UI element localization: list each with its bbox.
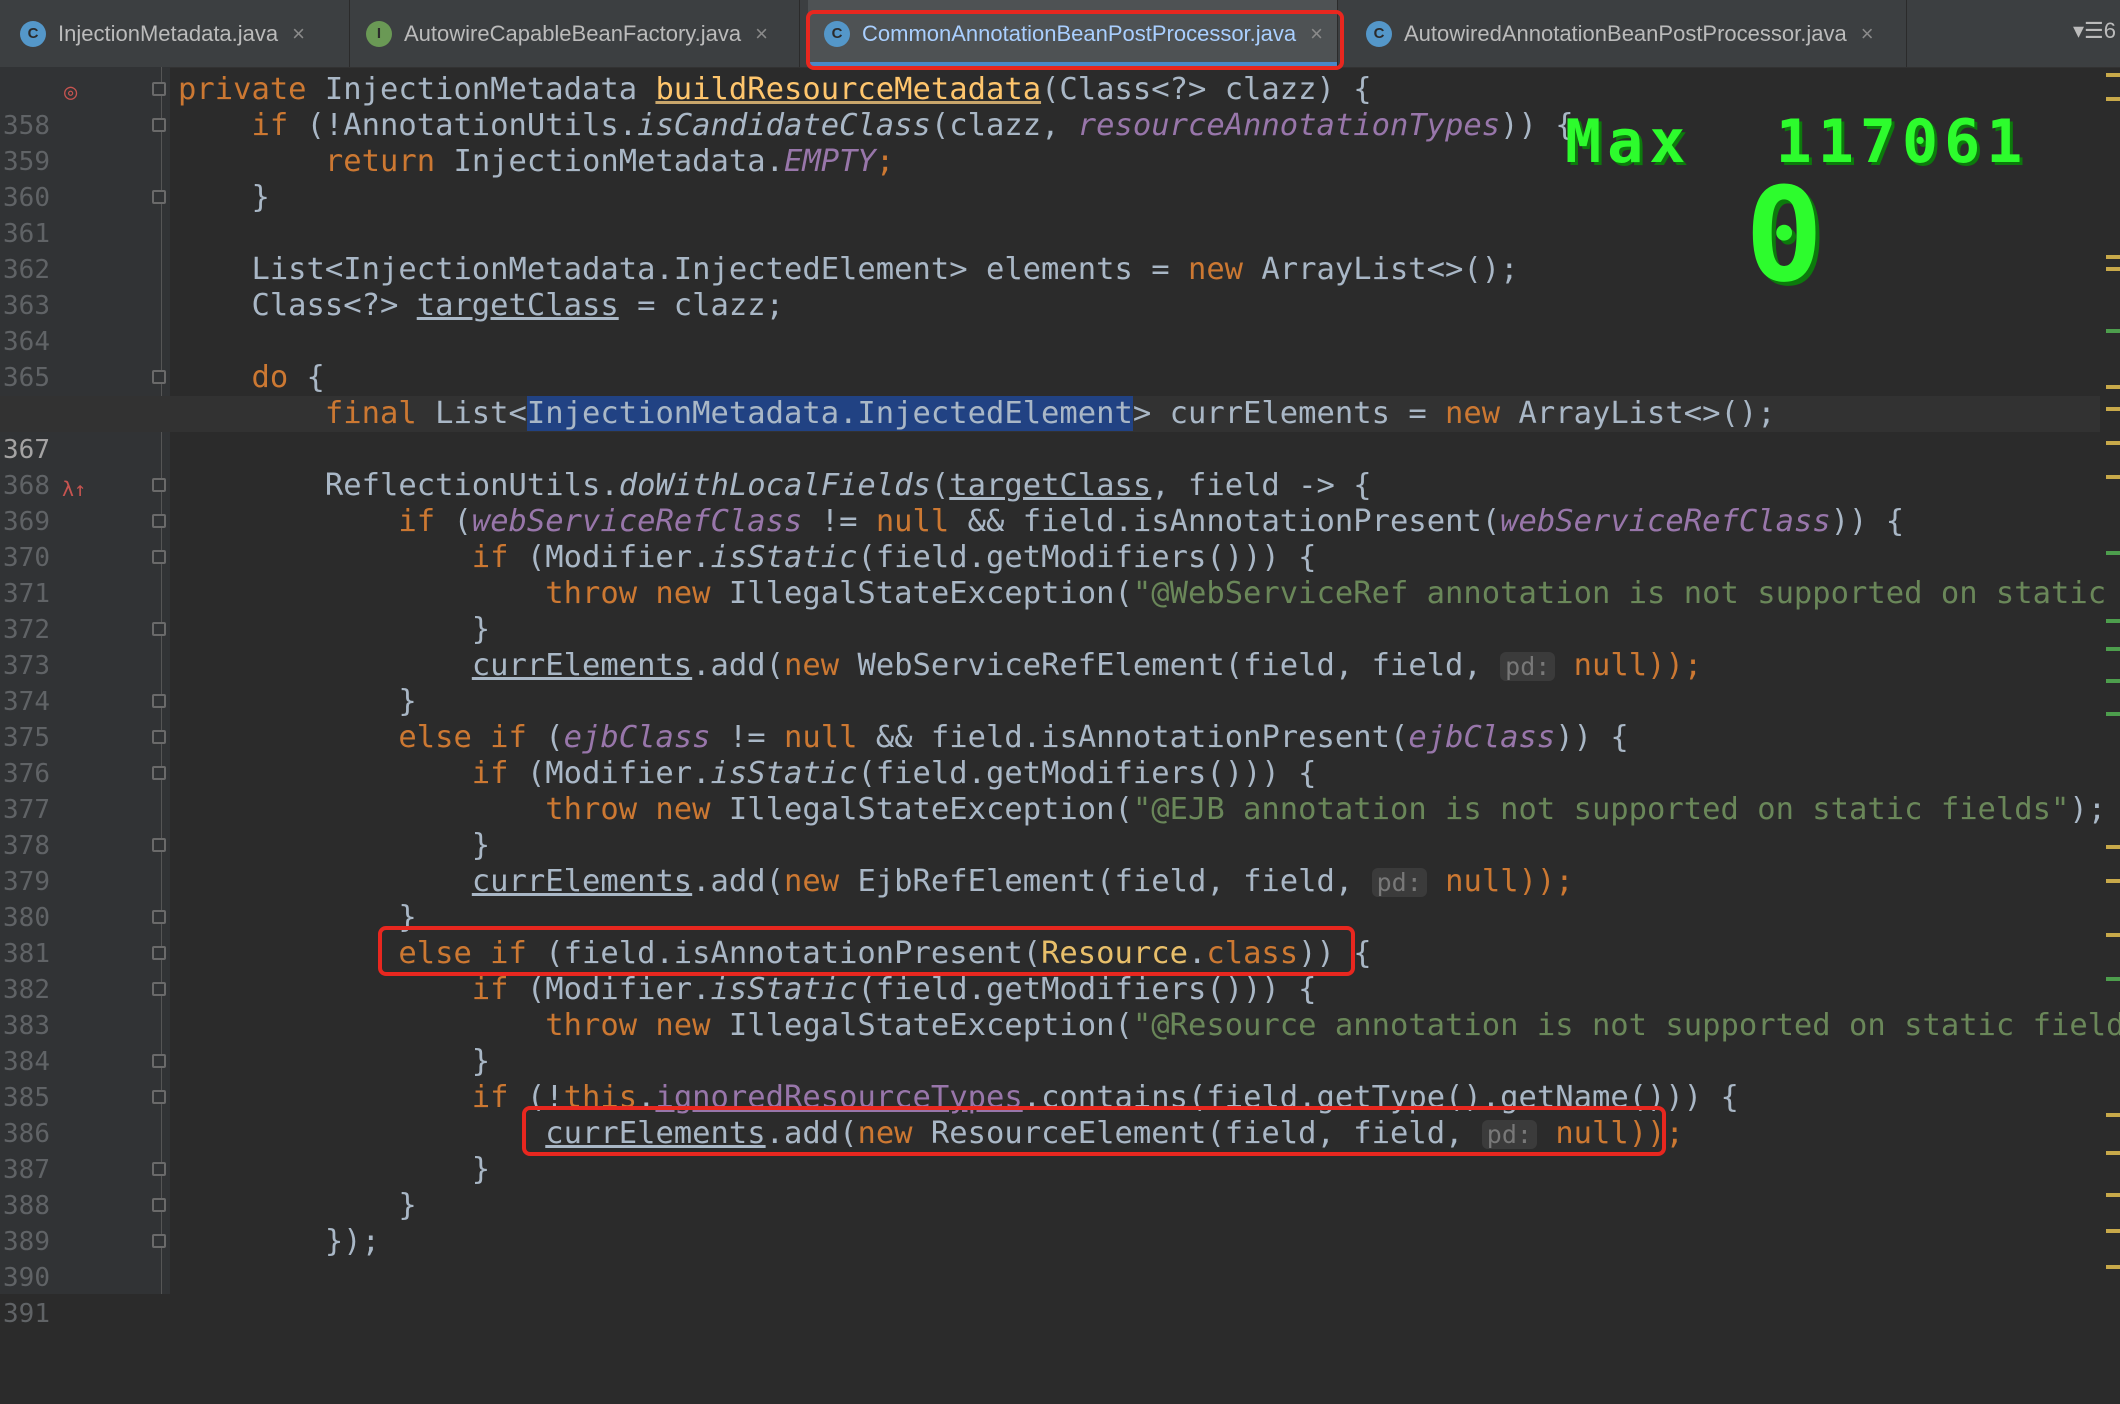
tab-list-menu[interactable]: ▾☰6: [2073, 18, 2116, 44]
code-line: 372 throw new IllegalStateException("@We…: [0, 576, 2106, 645]
tab-autowired-annotation-bean-post-processor[interactable]: C AutowiredAnnotationBeanPostProcessor.j…: [1352, 0, 1907, 67]
code-line: 366 do {: [0, 360, 2100, 429]
scroll-mark: [2106, 1229, 2120, 1233]
scroll-mark: [2106, 647, 2120, 651]
max-label: Max: [1565, 107, 1692, 177]
scroll-mark: [2106, 73, 2120, 77]
code-line: 368: [0, 432, 2100, 501]
code-line: 369 λ↑ ReflectionUtils.doWithLocalFields…: [0, 468, 2100, 537]
java-class-icon: C: [1366, 20, 1392, 47]
scroll-mark: [2106, 475, 2120, 479]
scroll-mark: [2106, 329, 2120, 333]
fold-marker[interactable]: [152, 982, 166, 996]
scroll-mark: [2106, 679, 2120, 683]
scroll-mark: [2106, 1113, 2120, 1117]
code-line: 378 throw new IllegalStateException("@EJ…: [0, 792, 2106, 861]
tab-injection-metadata[interactable]: C InjectionMetadata.java ×: [20, 0, 350, 67]
code-line: 379 }: [0, 828, 2100, 897]
current-score-display: 0: [1745, 159, 1824, 311]
tab-label: AutowireCapableBeanFactory.java: [404, 20, 742, 46]
highlight-box-resource-element-add: [522, 1106, 1666, 1156]
fold-marker[interactable]: [152, 478, 166, 492]
fold-marker[interactable]: [152, 1090, 166, 1104]
fold-marker[interactable]: [152, 946, 166, 960]
code-line: 376 else if (ejbClass != null && field.i…: [0, 720, 2100, 789]
scroll-mark: [2106, 712, 2120, 716]
close-icon[interactable]: ×: [292, 21, 305, 47]
scroll-mark: [2106, 1265, 2120, 1269]
fold-marker[interactable]: [152, 838, 166, 852]
code-line: 371 if (Modifier.isStatic(field.getModif…: [0, 540, 2100, 609]
close-icon[interactable]: ×: [755, 21, 768, 47]
code-line: 385 }: [0, 1044, 2100, 1113]
code-line: 374 currElements.add(new WebServiceRefEl…: [0, 648, 2100, 717]
fold-marker[interactable]: [152, 694, 166, 708]
java-class-icon: C: [20, 20, 46, 47]
code-line: 390 });: [0, 1224, 2100, 1293]
code-line: 365: [0, 324, 2100, 393]
code-line: 384 throw new IllegalStateException("@Re…: [0, 1008, 2120, 1077]
scroll-mark: [2106, 385, 2120, 389]
code-line: 358 ◎ private InjectionMetadata buildRes…: [0, 72, 2100, 141]
highlight-box-resource-check: [378, 926, 1355, 976]
editor-scrollbar[interactable]: [2104, 67, 2120, 1294]
code-line: 373 }: [0, 612, 2100, 681]
fold-marker[interactable]: [152, 514, 166, 528]
fold-marker[interactable]: [152, 82, 166, 96]
scroll-mark: [2106, 551, 2120, 555]
lambda-override-icon[interactable]: λ↑: [62, 471, 86, 507]
close-icon[interactable]: ×: [1861, 21, 1874, 47]
code-line-current: 367 final List<InjectionMetadata.Injecte…: [0, 396, 2100, 465]
code-line: 380 currElements.add(new EjbRefElement(f…: [0, 864, 2100, 933]
scroll-mark: [2106, 977, 2120, 981]
fold-marker[interactable]: [152, 550, 166, 564]
fold-marker[interactable]: [152, 622, 166, 636]
scroll-mark: [2106, 1193, 2120, 1197]
fold-marker[interactable]: [152, 1198, 166, 1212]
fold-marker[interactable]: [152, 370, 166, 384]
tab-autowire-capable-bean-factory[interactable]: I AutowireCapableBeanFactory.java ×: [350, 0, 800, 67]
fold-marker[interactable]: [152, 118, 166, 132]
fold-marker[interactable]: [152, 1054, 166, 1068]
scroll-mark: [2106, 97, 2120, 101]
code-line: 370 if (webServiceRefClass != null && fi…: [0, 504, 2100, 573]
scroll-mark: [2106, 933, 2120, 937]
scroll-mark: [2106, 441, 2120, 445]
parameter-hint: pd:: [1371, 868, 1427, 897]
code-line: 389 }: [0, 1188, 2100, 1257]
fold-marker[interactable]: [152, 910, 166, 924]
text-selection: InjectionMetadata.InjectedElement: [526, 396, 1133, 431]
fold-marker[interactable]: [152, 730, 166, 744]
code-line: 388 }: [0, 1152, 2100, 1221]
scroll-mark: [2106, 1151, 2120, 1155]
code-line: 391: [0, 1260, 2100, 1329]
code-line: 377 if (Modifier.isStatic(field.getModif…: [0, 756, 2100, 825]
breakpoint-icon[interactable]: ◎: [64, 75, 77, 111]
scroll-mark: [2106, 407, 2120, 411]
scroll-mark: [2106, 845, 2120, 849]
code-line: 383 if (Modifier.isStatic(field.getModif…: [0, 972, 2100, 1041]
tab-label: AutowiredAnnotationBeanPostProcessor.jav…: [1404, 20, 1847, 46]
fold-marker[interactable]: [152, 190, 166, 204]
code-line: 375 }: [0, 684, 2100, 753]
tab-label: InjectionMetadata.java: [58, 20, 279, 46]
scroll-mark: [2106, 267, 2120, 271]
fold-marker[interactable]: [152, 1234, 166, 1248]
fold-marker[interactable]: [152, 1162, 166, 1176]
highlight-box-active-tab: [806, 10, 1344, 70]
fold-marker[interactable]: [152, 766, 166, 780]
line-number: 391: [3, 1299, 50, 1329]
scroll-mark: [2106, 879, 2120, 883]
java-interface-icon: I: [366, 20, 392, 47]
parameter-hint: pd:: [1500, 652, 1556, 681]
scroll-mark: [2106, 255, 2120, 259]
scroll-mark: [2106, 619, 2120, 623]
